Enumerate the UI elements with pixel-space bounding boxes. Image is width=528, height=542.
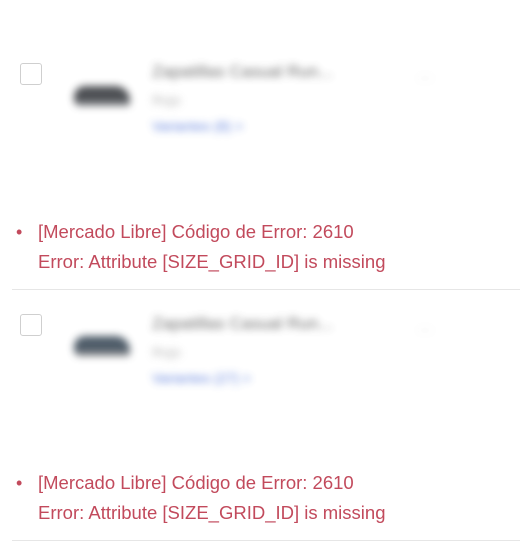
row-divider: [12, 540, 520, 541]
error-message: • [Mercado Libre] Código de Error: 2610 …: [16, 217, 506, 277]
product-subtitle: Rojo: [152, 344, 181, 360]
product-thumbnail[interactable]: [68, 320, 138, 370]
error-line-detail: Error: Attribute [SIZE_GRID_ID] is missi…: [38, 502, 386, 523]
bullet-icon: •: [16, 473, 23, 493]
select-checkbox[interactable]: [20, 63, 42, 85]
shoe-sole: [76, 351, 130, 356]
product-info: Zapatillas Casual Run... Rojo Variantes …: [152, 314, 412, 388]
product-row: Zapatillas Casual Run... Rojo Variantes …: [0, 0, 528, 290]
error-line-detail: Error: Attribute [SIZE_GRID_ID] is missi…: [38, 251, 386, 272]
product-row: Zapatillas Casual Run... Rojo Variantes …: [0, 290, 528, 542]
variants-link[interactable]: Variantes (27) >: [152, 370, 412, 388]
error-code-text: [Mercado Libre] Código de Error: 2610: [38, 221, 354, 242]
shoe-sole: [76, 101, 130, 106]
product-error-list: Zapatillas Casual Run... Rojo Variantes …: [0, 0, 528, 542]
product-thumbnail[interactable]: [68, 70, 138, 120]
row-aux-text: …: [418, 318, 432, 334]
row-aux-text: …: [418, 66, 432, 82]
select-checkbox[interactable]: [20, 314, 42, 336]
error-line-code: • [Mercado Libre] Código de Error: 2610: [16, 217, 506, 247]
bullet-icon: •: [16, 222, 23, 242]
product-info: Zapatillas Casual Run... Rojo Variantes …: [152, 62, 412, 136]
product-title[interactable]: Zapatillas Casual Run...: [152, 62, 412, 86]
product-title[interactable]: Zapatillas Casual Run...: [152, 314, 412, 338]
error-code-text: [Mercado Libre] Código de Error: 2610: [38, 472, 354, 493]
error-message: • [Mercado Libre] Código de Error: 2610 …: [16, 468, 506, 528]
error-line-code: • [Mercado Libre] Código de Error: 2610: [16, 468, 506, 498]
variants-link[interactable]: Variantes (8) >: [152, 118, 412, 136]
product-subtitle: Rojo: [152, 92, 181, 108]
